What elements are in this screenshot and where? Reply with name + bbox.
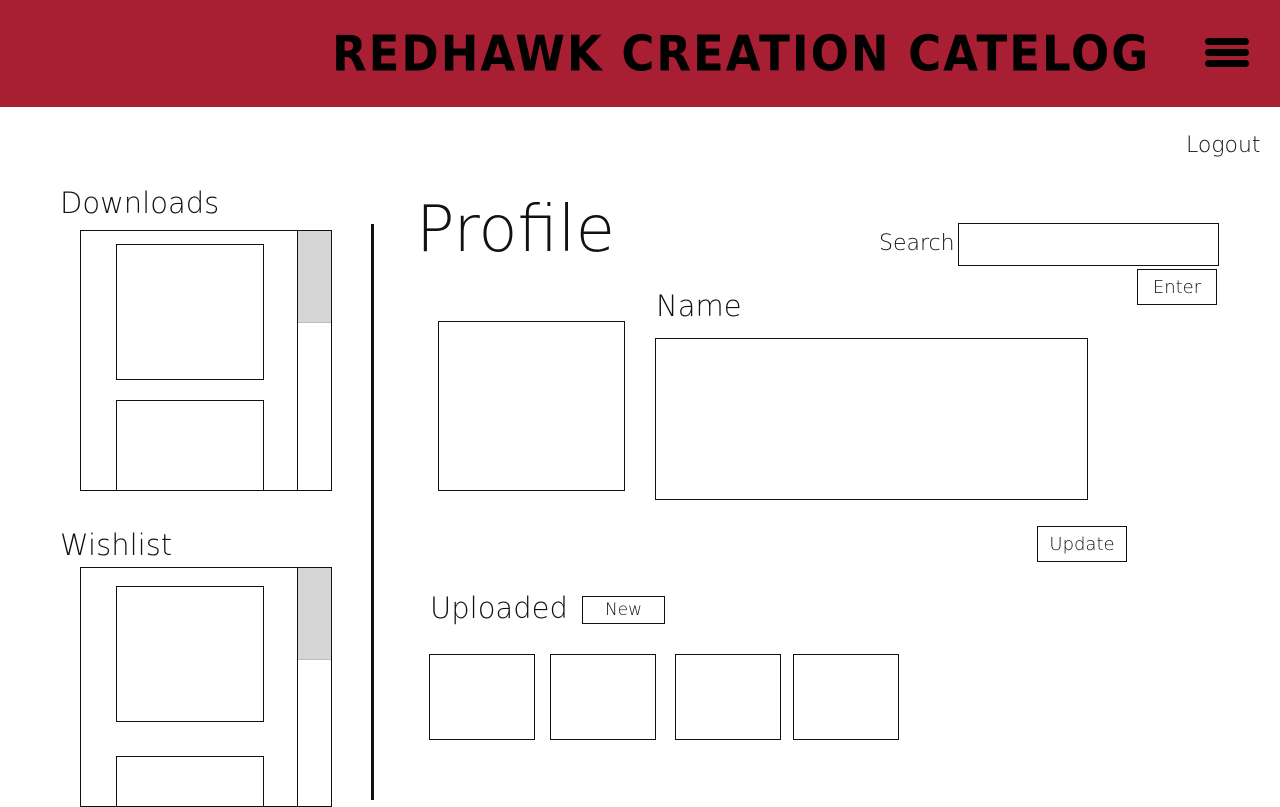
downloads-list[interactable] [80,230,332,491]
page-title: Profile [416,193,615,267]
app-header: REDHAWK CREATION CATELOG [0,0,1280,107]
downloads-scrollbar-thumb[interactable] [298,231,331,323]
wishlist-item-thumbnail[interactable] [116,586,264,722]
uploaded-item-tile[interactable] [793,654,899,740]
search-input[interactable] [958,223,1219,266]
update-button[interactable]: Update [1037,526,1127,562]
wishlist-scrollbar-thumb[interactable] [298,568,331,660]
wishlist-list[interactable] [80,567,332,807]
wishlist-title: Wishlist [60,528,173,562]
new-upload-button[interactable]: New [582,596,665,624]
uploaded-title: Uploaded [430,591,568,625]
vertical-divider [371,224,374,800]
profile-picture[interactable] [438,321,625,491]
enter-button[interactable]: Enter [1137,269,1217,305]
uploaded-item-tile[interactable] [429,654,535,740]
menu-bar [1205,60,1249,67]
uploaded-item-tile[interactable] [550,654,656,740]
search-label: Search [879,231,955,256]
app-title: REDHAWK CREATION CATELOG [332,24,1151,83]
downloads-item-thumbnail[interactable] [116,400,264,490]
uploaded-item-tile[interactable] [675,654,781,740]
wishlist-item-thumbnail[interactable] [116,756,264,806]
downloads-item-thumbnail[interactable] [116,244,264,380]
downloads-scrollbar[interactable] [297,231,331,490]
wishlist-scrollbar[interactable] [297,568,331,806]
menu-bar [1205,38,1249,45]
logout-link[interactable]: Logout [1186,133,1261,158]
hamburger-menu-icon[interactable] [1205,36,1249,70]
menu-bar [1205,49,1249,56]
name-label: Name [656,289,742,323]
downloads-title: Downloads [60,186,220,220]
name-field[interactable] [655,338,1088,500]
